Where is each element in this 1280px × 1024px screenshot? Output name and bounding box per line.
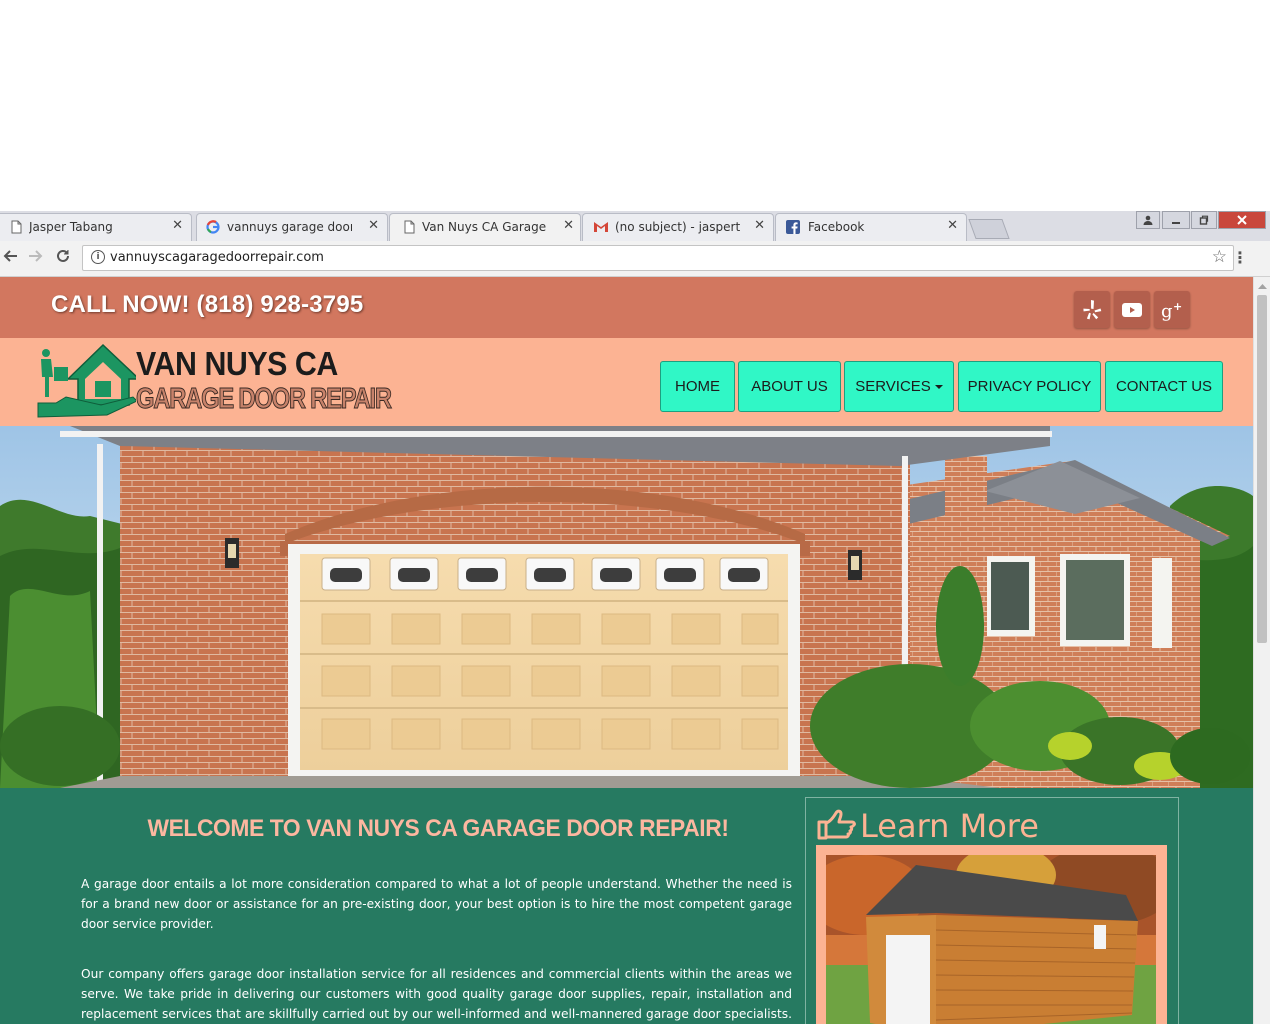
nav-services-label: SERVICES (855, 378, 931, 395)
reload-button[interactable] (53, 248, 73, 269)
hero-garage-image (0, 426, 1253, 788)
sidebar-image-frame (816, 845, 1167, 1024)
address-bar: i vannuyscagaragedoorrepair.com ☆ ⋮ (0, 241, 1270, 277)
main-content: WELCOME TO VAN NUYS CA GARAGE DOOR REPAI… (0, 788, 1253, 1024)
nav-privacy-policy[interactable]: PRIVACY POLICY (958, 361, 1101, 412)
svg-text:g: g (1161, 301, 1173, 322)
logo-title: VAN NUYS CA (136, 345, 338, 382)
close-icon[interactable]: ✕ (563, 218, 574, 233)
site-logo[interactable]: VAN NUYS CA GARAGE DOOR REPAIR (36, 341, 393, 421)
close-icon[interactable]: ✕ (172, 218, 183, 233)
services-paragraph: Our company offers garage door installat… (81, 967, 792, 1021)
nav-services[interactable]: SERVICES (844, 361, 954, 412)
url-text: vannuyscagaragedoorrepair.com (110, 250, 324, 265)
window-close-button[interactable] (1218, 211, 1266, 229)
minimize-button[interactable] (1162, 211, 1190, 229)
scrollbar-thumb[interactable] (1257, 295, 1267, 643)
learn-more-heading[interactable]: Learn More (816, 807, 1039, 845)
close-icon[interactable]: ✕ (947, 218, 958, 233)
browser-tab[interactable]: (no subject) - jaspertabai ✕ (582, 213, 774, 241)
learn-more-text: Learn More (860, 807, 1039, 845)
close-icon[interactable]: ✕ (368, 218, 379, 233)
page-icon (9, 220, 23, 234)
bookmark-star-icon[interactable]: ☆ (1212, 247, 1227, 267)
browser-tab[interactable]: Jasper Tabang ✕ (0, 213, 192, 241)
page-scrollbar[interactable] (1253, 277, 1270, 1024)
info-icon[interactable]: i (91, 250, 105, 264)
nav-home[interactable]: HOME (660, 361, 735, 412)
browser-tab[interactable]: Facebook ✕ (775, 213, 967, 241)
facebook-icon (786, 220, 800, 234)
house-logo-icon (37, 343, 136, 418)
intro-paragraph: A garage door entails a lot more conside… (81, 877, 792, 931)
google-plus-icon[interactable]: g + (1154, 291, 1190, 328)
browser-tab-active[interactable]: Van Nuys CA Garage Doo ✕ (389, 213, 581, 241)
top-bar: CALL NOW! (818) 928-3795 g + (0, 277, 1253, 338)
hand-pointer-icon (817, 809, 856, 840)
forward-button[interactable] (26, 248, 46, 269)
svg-text:+: + (1173, 300, 1182, 313)
page-viewport: CALL NOW! (818) 928-3795 g + VAN NUYS CA … (0, 277, 1253, 1024)
profile-icon[interactable] (1136, 211, 1160, 229)
scroll-up-arrow-icon[interactable] (1254, 280, 1271, 292)
welcome-heading: WELCOME TO VAN NUYS CA GARAGE DOOR REPAI… (147, 815, 729, 842)
site-header: VAN NUYS CA GARAGE DOOR REPAIR HOME ABOU… (0, 338, 1253, 426)
wooden-garage-image[interactable] (826, 855, 1156, 1024)
call-now-phone[interactable]: CALL NOW! (818) 928-3795 (51, 291, 363, 319)
browser-menu-icon[interactable]: ⋮ (1232, 248, 1248, 267)
new-tab-button[interactable] (968, 219, 1010, 239)
close-icon[interactable]: ✕ (754, 218, 765, 233)
browser-tab[interactable]: vannuys garage door pa ✕ (196, 213, 388, 241)
nav-contact-us[interactable]: CONTACT US (1105, 361, 1223, 412)
back-button[interactable] (0, 248, 20, 269)
logo-subtitle: GARAGE DOOR REPAIR (136, 383, 393, 416)
url-field[interactable]: i vannuyscagaragedoorrepair.com ☆ (82, 245, 1234, 271)
youtube-icon[interactable] (1114, 291, 1150, 328)
nav-about-us[interactable]: ABOUT US (738, 361, 841, 412)
page-icon (402, 220, 416, 234)
yelp-icon[interactable] (1074, 291, 1110, 328)
browser-tab-strip: Jasper Tabang ✕ vannuys garage door pa ✕… (0, 211, 1270, 241)
gmail-icon (593, 220, 608, 234)
google-icon (206, 220, 220, 234)
caret-down-icon (934, 385, 943, 390)
restore-button[interactable] (1191, 211, 1217, 229)
